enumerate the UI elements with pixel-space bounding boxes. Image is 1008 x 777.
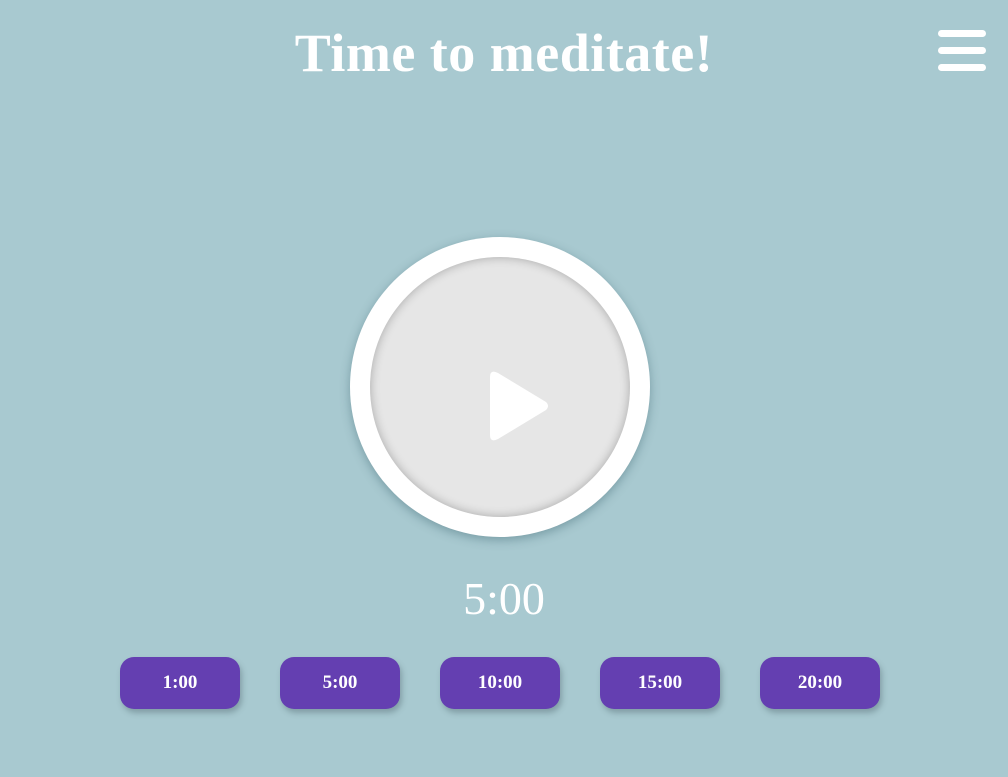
timer-display: 5:00 <box>463 573 545 624</box>
preset-buttons: 1:00 5:00 10:00 15:00 20:00 <box>120 657 880 709</box>
play-button-face <box>370 257 630 517</box>
play-icon <box>490 371 548 441</box>
preset-5-min-button[interactable]: 5:00 <box>280 657 400 709</box>
preset-1-min-button[interactable]: 1:00 <box>120 657 240 709</box>
meditation-page: Time to meditate! 5:00 1:00 5:00 10:00 1… <box>0 0 1008 777</box>
page-title: Time to meditate! <box>294 23 714 83</box>
menu-bar <box>938 47 986 54</box>
preset-20-min-button[interactable]: 20:00 <box>760 657 880 709</box>
preset-15-min-button[interactable]: 15:00 <box>600 657 720 709</box>
play-button[interactable] <box>350 237 650 537</box>
preset-10-min-button[interactable]: 10:00 <box>440 657 560 709</box>
hamburger-menu-button[interactable] <box>936 28 988 74</box>
menu-bar <box>938 30 986 37</box>
menu-bar <box>938 64 986 71</box>
